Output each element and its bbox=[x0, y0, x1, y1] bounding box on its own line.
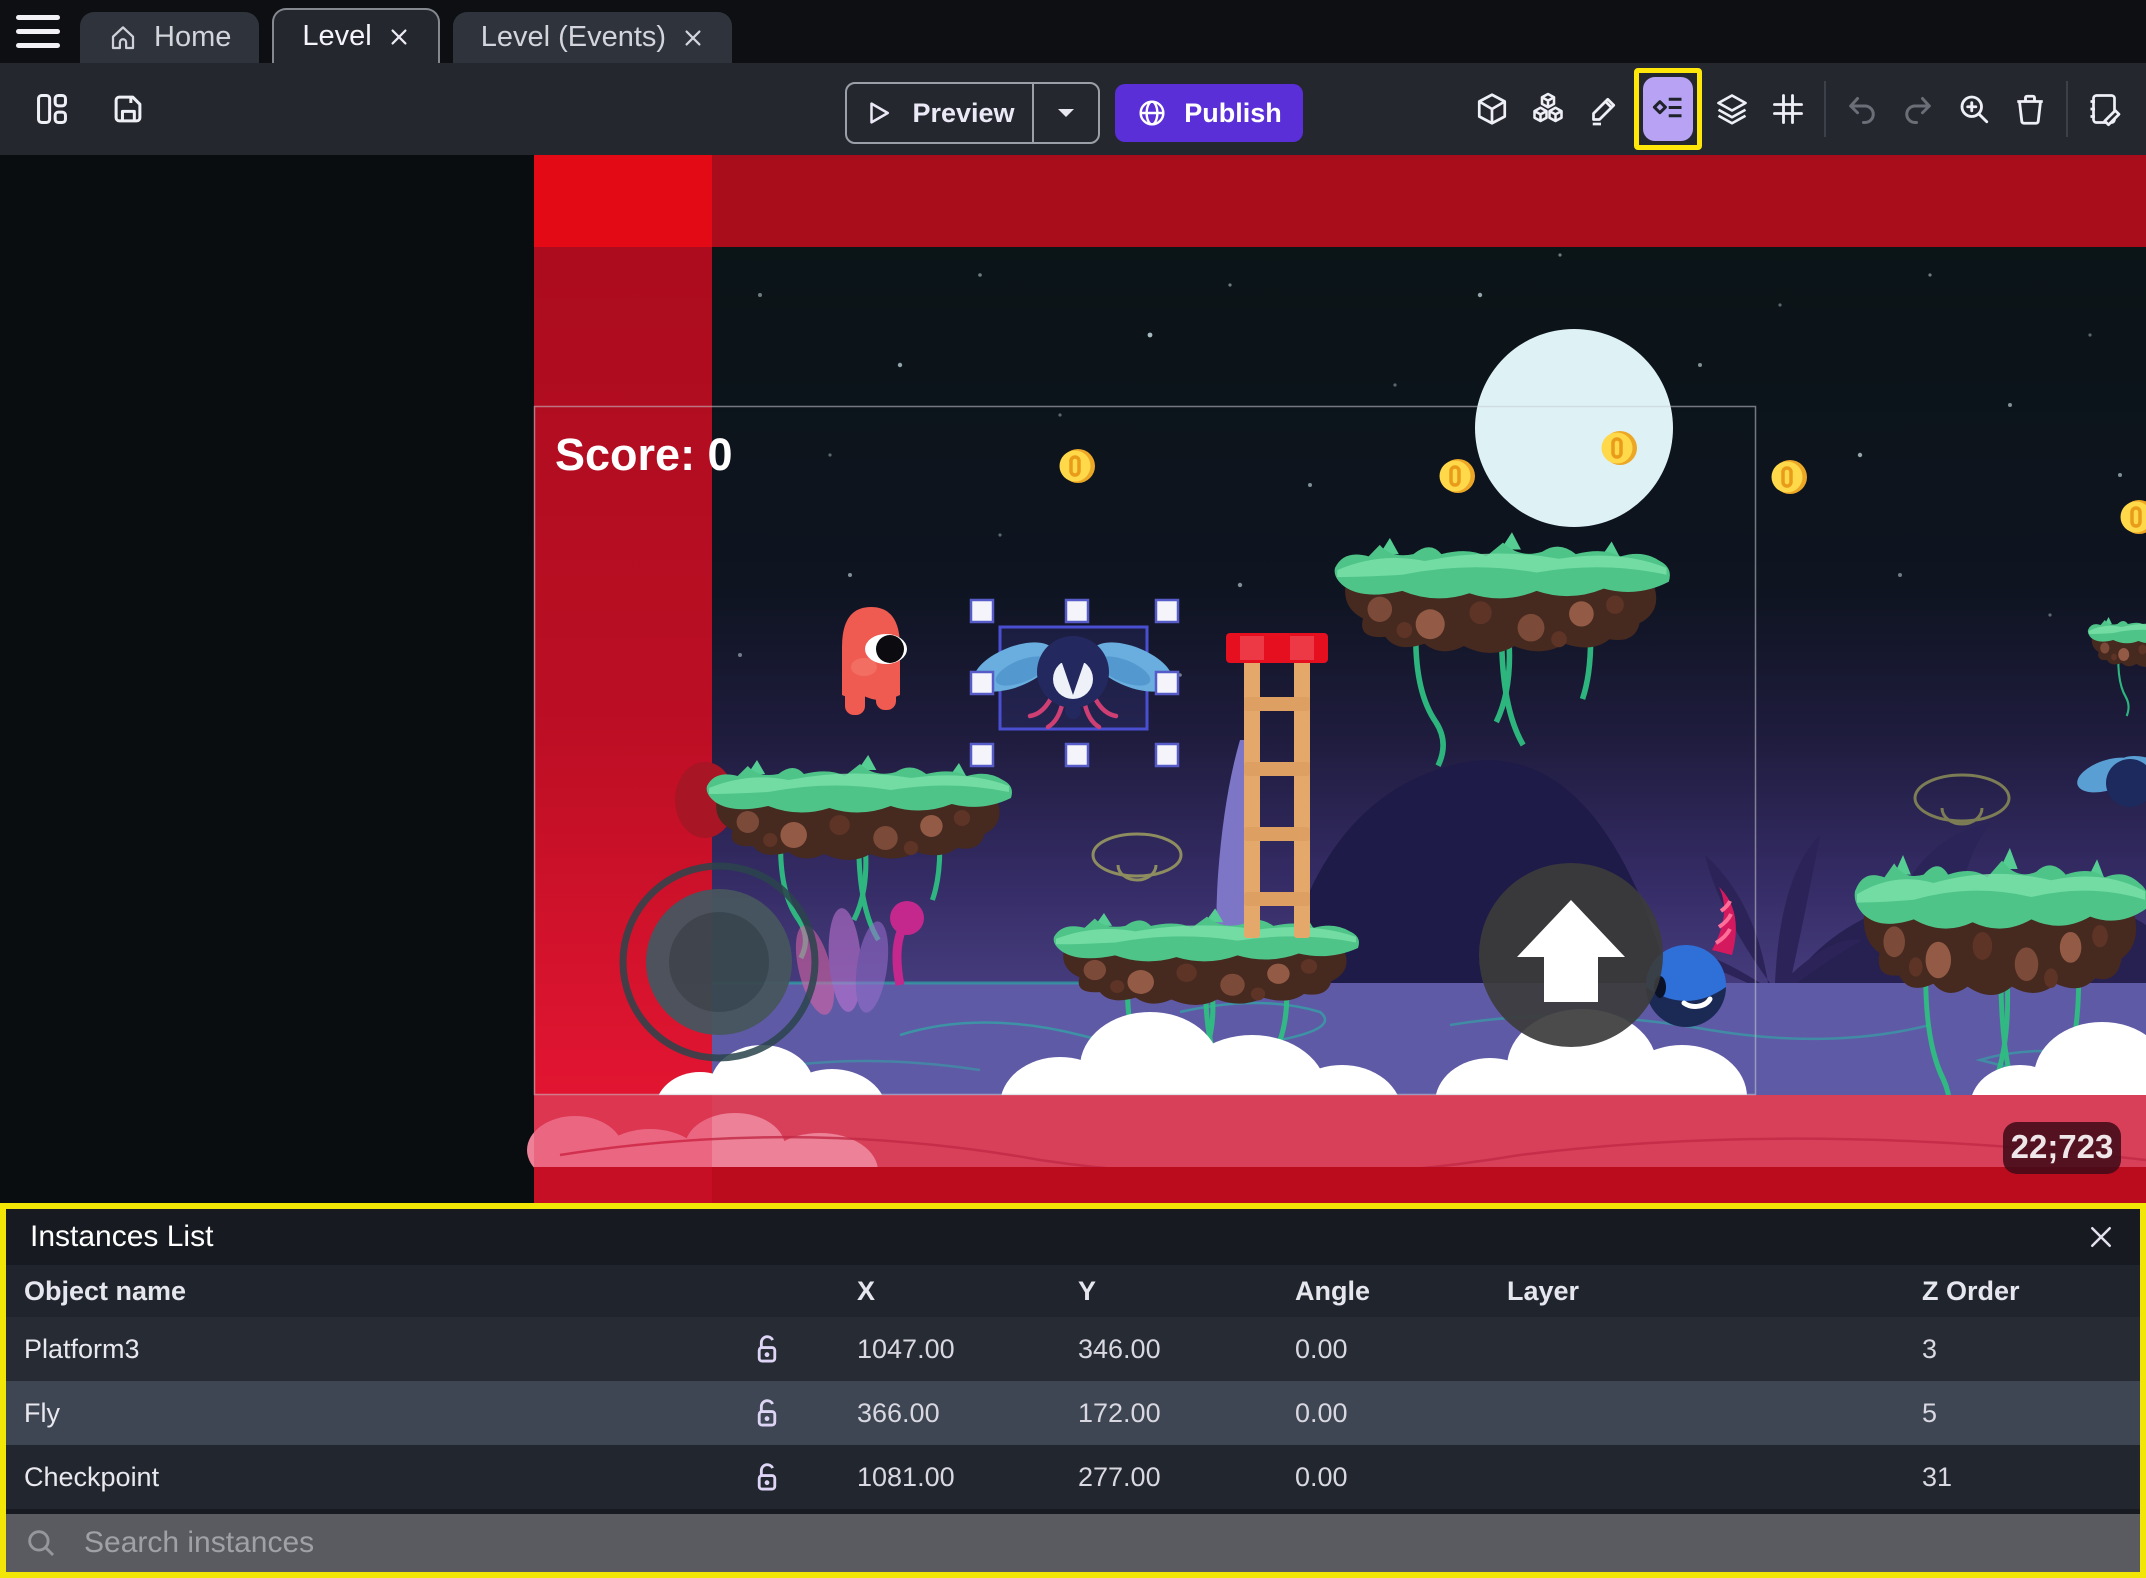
scene-canvas[interactable]: 22;723 Score: 0 bbox=[0, 155, 2146, 1233]
score-text: Score: 0 bbox=[555, 429, 733, 480]
joystick-control[interactable] bbox=[619, 862, 819, 1062]
tab-home-label: Home bbox=[154, 21, 232, 53]
column-y: Y bbox=[1078, 1275, 1097, 1306]
globe-icon bbox=[1139, 100, 1165, 126]
bottom-band bbox=[527, 1095, 2146, 1233]
tab-level-events[interactable]: Level (Events) bbox=[452, 12, 733, 63]
column-angle: Angle bbox=[1295, 1275, 1371, 1306]
layout-icon bbox=[37, 94, 67, 124]
svg-text:22;723: 22;723 bbox=[2011, 1128, 2114, 1165]
search-input[interactable] bbox=[84, 1526, 2122, 1560]
fly-instance-selected[interactable] bbox=[967, 625, 1180, 731]
tab-level[interactable]: Level bbox=[272, 8, 440, 63]
tab-home[interactable]: Home bbox=[80, 12, 260, 63]
tab-level-events-label: Level (Events) bbox=[480, 21, 667, 53]
instances-list-button[interactable] bbox=[1643, 77, 1693, 141]
preview-label: Preview bbox=[912, 97, 1015, 128]
grid-icon bbox=[1773, 94, 1803, 124]
close-icon[interactable] bbox=[2086, 1222, 2116, 1252]
chevron-down-icon bbox=[1058, 109, 1074, 117]
publish-button[interactable]: Publish bbox=[1115, 84, 1303, 142]
tab-bar: Home Level Level (Events) bbox=[0, 0, 2146, 63]
close-icon[interactable] bbox=[682, 27, 704, 49]
zoom-button[interactable] bbox=[1946, 78, 2002, 140]
unlock-icon[interactable] bbox=[750, 1332, 784, 1366]
play-icon bbox=[870, 102, 890, 124]
layers-icon bbox=[1717, 94, 1747, 125]
home-icon bbox=[111, 25, 135, 49]
table-row-selected[interactable]: Fly 366.00 172.00 0.00 5 bbox=[6, 1381, 2140, 1445]
column-z-order: Z Order bbox=[1922, 1275, 2020, 1306]
column-object-name: Object name bbox=[24, 1275, 187, 1306]
undo-button[interactable] bbox=[1834, 78, 1890, 140]
layers-button[interactable] bbox=[1704, 78, 1760, 140]
moon bbox=[1475, 329, 1673, 527]
save-button[interactable] bbox=[102, 78, 154, 140]
grid-button[interactable] bbox=[1760, 78, 1816, 140]
publish-label: Publish bbox=[1184, 97, 1282, 128]
cursor-coordinates-badge: 22;723 bbox=[2003, 1122, 2121, 1174]
preview-button[interactable]: Preview bbox=[845, 82, 1100, 144]
column-x: X bbox=[857, 1275, 876, 1306]
search-icon bbox=[28, 1530, 55, 1557]
gdevelop-editor-window: Home Level Level (Events) Preview Publis… bbox=[0, 0, 2146, 1578]
trash-icon bbox=[2017, 94, 2043, 125]
objects-icon bbox=[1533, 92, 1563, 123]
unlock-icon[interactable] bbox=[750, 1460, 784, 1494]
redo-button[interactable] bbox=[1890, 78, 1946, 140]
edit-3d-button[interactable] bbox=[1464, 78, 1520, 140]
hamburger-icon bbox=[16, 15, 60, 20]
close-icon[interactable] bbox=[388, 26, 410, 48]
edit-object-button[interactable] bbox=[1576, 78, 1632, 140]
scene-toolbar: Preview Publish bbox=[0, 63, 2146, 155]
scene-properties-button[interactable] bbox=[2076, 78, 2132, 140]
pencil-icon bbox=[1592, 97, 1616, 126]
table-row[interactable]: Checkpoint 1081.00 277.00 0.00 31 bbox=[6, 1445, 2140, 1509]
column-layer: Layer bbox=[1507, 1275, 1580, 1306]
instances-list-panel: Instances List Object name X Y Angle Lay… bbox=[0, 1203, 2146, 1578]
objects-list-button[interactable] bbox=[1520, 78, 1576, 140]
redo-icon bbox=[1905, 97, 1931, 124]
toggle-panels-button[interactable] bbox=[26, 78, 78, 140]
jump-button-control[interactable] bbox=[1479, 863, 1663, 1047]
highlight-frame bbox=[1634, 68, 1702, 150]
main-menu-button[interactable] bbox=[16, 15, 60, 48]
panel-title: Instances List bbox=[30, 1220, 214, 1253]
tabs: Home Level Level (Events) bbox=[80, 8, 733, 63]
cube-3d-icon bbox=[1477, 93, 1507, 125]
table-header: Object name X Y Angle Layer Z Order bbox=[6, 1265, 2140, 1317]
instances-list-icon bbox=[1652, 97, 1682, 118]
delete-button[interactable] bbox=[2002, 78, 2058, 140]
search-bar bbox=[6, 1514, 2140, 1572]
scene-properties-icon bbox=[2090, 94, 2121, 127]
zoom-in-icon bbox=[1960, 95, 1989, 124]
unlock-icon[interactable] bbox=[750, 1396, 784, 1430]
table-row[interactable]: Platform3 1047.00 346.00 0.00 3 bbox=[6, 1317, 2140, 1381]
editor-background bbox=[0, 155, 534, 1203]
tab-level-label: Level bbox=[302, 20, 372, 52]
undo-icon bbox=[1849, 97, 1875, 124]
save-icon bbox=[114, 95, 142, 123]
preview-options-button[interactable] bbox=[1034, 84, 1098, 142]
